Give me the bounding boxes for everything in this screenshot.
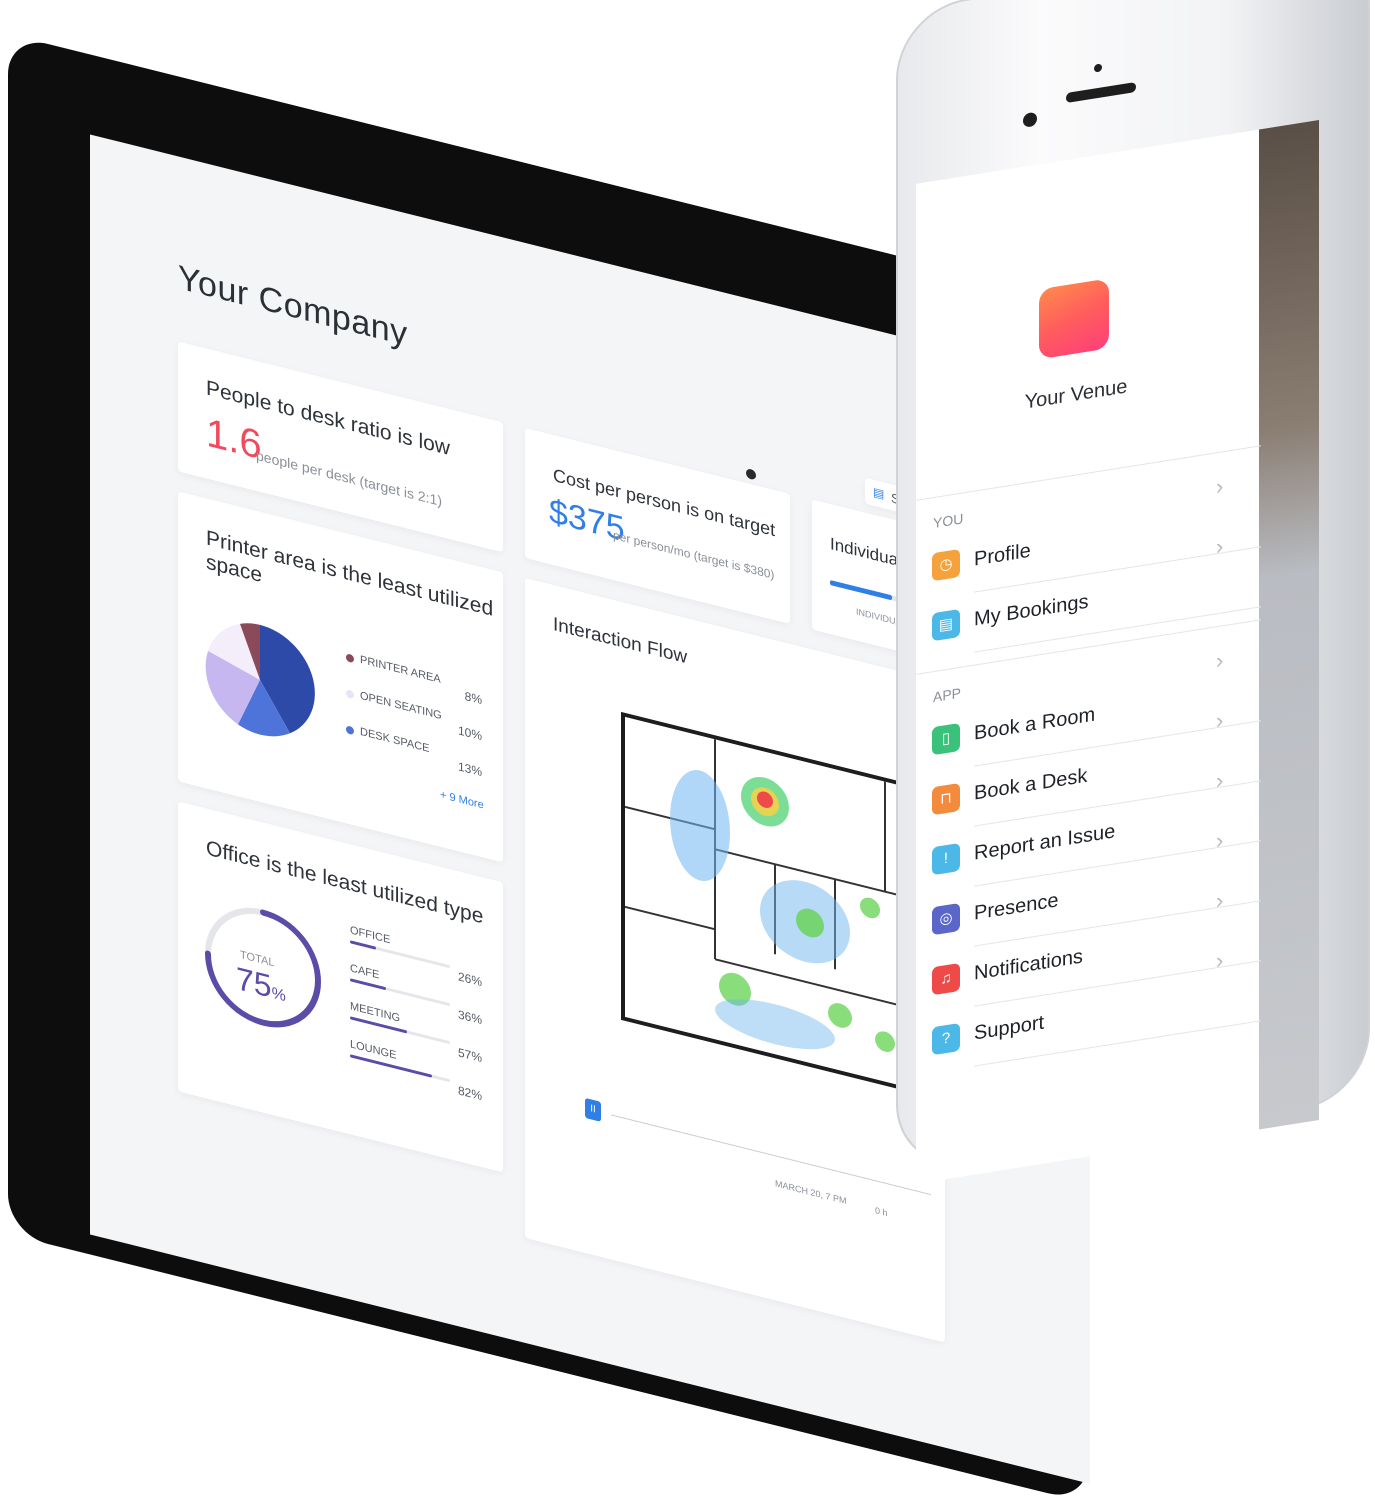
phone-device: Your Venue YOU ◷ Profile › ▤ My Bookings… [896,0,1370,1184]
menu-label: Report an Issue [974,820,1116,865]
chevron-right-icon: › [1216,827,1224,854]
legend-pct-printer: 8% [464,688,482,708]
legend-label-open-seating: OPEN SEATING [360,689,442,723]
legend-dot-desk [346,725,354,736]
desk-icon: ⊓ [932,782,960,816]
venue-name: Your Venue [1024,375,1128,414]
total-value: 75 [236,959,272,1005]
section-divider [916,445,1261,501]
menu-label: Book a Desk [974,764,1088,805]
chevron-right-icon: › [1216,707,1224,734]
background-app-sliver [1259,120,1319,1130]
bar-fill-cafe [350,978,386,991]
timeline-play-button[interactable]: II [585,1097,601,1122]
legend-pct-open-seating: 10% [457,723,482,744]
section-label-app: APP [933,684,962,706]
bar-pct-cafe: 36% [457,1007,482,1028]
interaction-card[interactable]: Interaction Flow II MARCH 20, 7 PM 0 h [525,577,945,1343]
ratio-value: 1.6 [206,410,262,469]
timeline-duration: 0 h [875,1205,888,1219]
legend-dot-open-seating [346,689,354,700]
bar-pct-lounge: 82% [457,1083,482,1104]
chevron-right-icon: › [1216,767,1224,794]
menu-label: My Bookings [974,590,1089,631]
chevron-right-icon: › [1216,887,1224,914]
timeline-timestamp: MARCH 20, 7 PM [775,1178,847,1207]
venue-app-icon [1039,278,1109,360]
section-label-you: YOU [933,510,964,532]
individual-bar-fill [830,579,892,601]
menu-label: Support [974,1011,1045,1045]
printer-card[interactable]: Printer area is the least utilized space… [178,491,503,863]
chevron-right-icon: › [1216,533,1224,560]
bar-pct-meeting: 57% [457,1045,482,1066]
bar-track-office [350,940,450,969]
total-unit: % [271,984,286,1006]
presence-icon: ◎ [932,902,960,936]
menu-label: Presence [974,889,1059,925]
legend-dot-printer [346,653,354,664]
chevron-right-icon: › [1216,647,1224,674]
interaction-title: Interaction Flow [553,613,688,669]
heatmap-svg [625,739,925,1052]
more-link[interactable]: + 9 More [440,789,484,812]
bar-track-lounge [350,1054,450,1083]
support-icon: ? [932,1022,960,1056]
ratio-sub: people per desk (target is 2:1) [256,446,442,510]
bar-track-cafe [350,978,450,1007]
phone-speaker [1066,81,1136,104]
phone-front-camera [1023,111,1037,128]
legend-pct-desk: 13% [457,759,482,780]
page-title: Your Company [178,258,408,354]
phone-sensor [1094,63,1102,73]
chevron-right-icon: › [1216,473,1224,500]
bar-pct-office: 26% [457,969,482,990]
bookings-icon: ▤ [932,608,960,642]
menu-label: Book a Room [974,703,1096,745]
door-icon: ▯ [932,722,960,756]
document-icon: ▤ [873,484,885,502]
heatmap-floorplan [621,711,929,1097]
menu-label: Notifications [974,945,1083,985]
phone-screen: Your Venue YOU ◷ Profile › ▤ My Bookings… [916,120,1319,1184]
legend-label-printer: PRINTER AREA [360,653,441,686]
office-card[interactable]: Office is the least utilized type TOTAL … [178,801,503,1173]
clock-icon: ◷ [932,548,960,582]
timeline-track[interactable] [611,1114,931,1196]
issue-icon: ! [932,842,960,876]
chevron-right-icon: › [1216,947,1224,974]
pie-chart [205,623,315,737]
bell-icon: ♫ [932,962,960,996]
menu-label: Profile [974,539,1031,571]
legend-label-desk: DESK SPACE [360,725,430,756]
